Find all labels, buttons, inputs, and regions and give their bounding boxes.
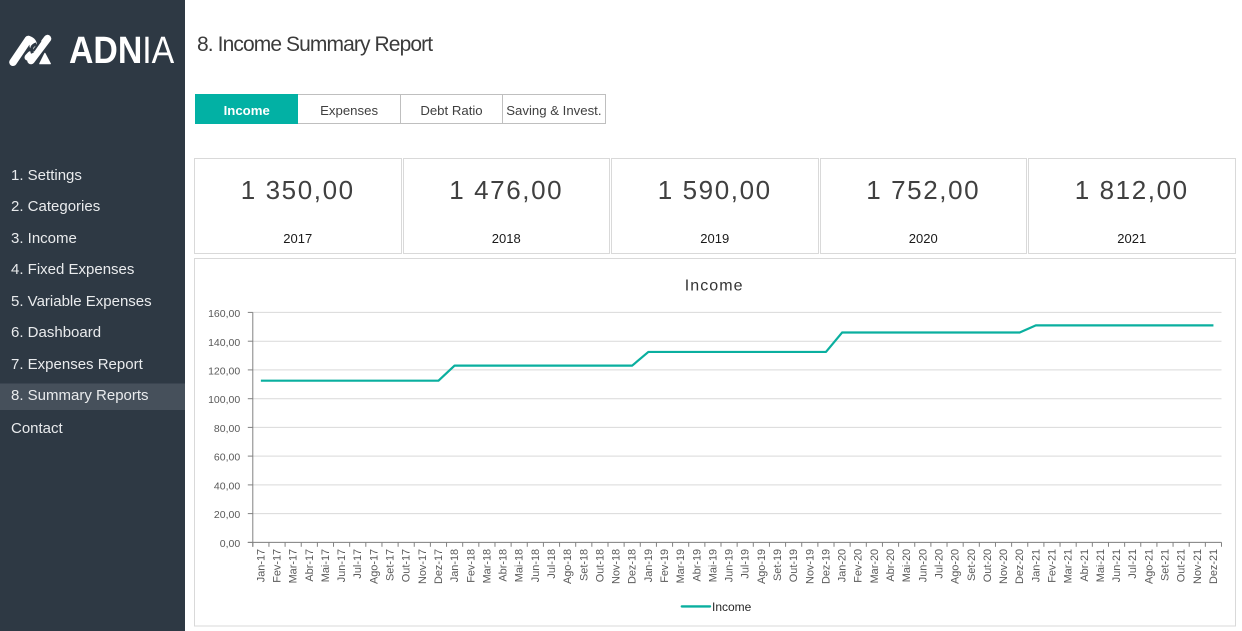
svg-text:Mai-17: Mai-17 [319,549,331,582]
svg-text:Jul-20: Jul-20 [933,549,945,579]
svg-text:Out-20: Out-20 [981,549,993,582]
svg-text:Jul-18: Jul-18 [545,549,557,579]
svg-text:60,00: 60,00 [213,452,239,464]
svg-text:Jun-18: Jun-18 [529,549,541,582]
svg-text:Fev-20: Fev-20 [852,549,864,583]
svg-text:0,00: 0,00 [219,538,240,550]
svg-text:Out-21: Out-21 [1175,549,1187,582]
svg-text:Abr-18: Abr-18 [497,549,509,582]
svg-text:Ago-18: Ago-18 [562,549,574,584]
svg-text:Set-17: Set-17 [384,549,396,581]
svg-text:80,00: 80,00 [213,423,239,435]
svg-text:Ago-20: Ago-20 [949,549,961,584]
svg-text:Set-19: Set-19 [772,549,784,581]
svg-text:Fev-17: Fev-17 [271,549,283,583]
svg-text:Ago-21: Ago-21 [1143,549,1155,584]
svg-text:Nov-18: Nov-18 [610,549,622,584]
svg-text:40,00: 40,00 [213,481,239,493]
svg-text:Abr-20: Abr-20 [885,549,897,582]
svg-text:20,00: 20,00 [213,509,239,521]
svg-text:Fev-18: Fev-18 [465,549,477,583]
svg-text:Ago-17: Ago-17 [368,549,380,584]
svg-text:Jul-21: Jul-21 [1127,549,1139,579]
svg-text:Dez-18: Dez-18 [626,549,638,584]
svg-text:Mar-19: Mar-19 [675,549,687,584]
svg-text:Jan-17: Jan-17 [255,549,267,582]
svg-text:Fev-19: Fev-19 [659,549,671,583]
svg-text:Jan-20: Jan-20 [836,549,848,582]
svg-text:Mar-17: Mar-17 [287,549,299,584]
svg-text:Nov-21: Nov-21 [1191,549,1203,584]
svg-text:Set-20: Set-20 [965,549,977,581]
svg-text:Out-19: Out-19 [788,549,800,582]
svg-text:Dez-19: Dez-19 [820,549,832,584]
svg-text:Nov-20: Nov-20 [998,549,1010,584]
svg-text:Dez-17: Dez-17 [432,549,444,584]
svg-text:Dez-21: Dez-21 [1207,549,1219,584]
svg-text:Abr-17: Abr-17 [303,549,315,582]
svg-text:Jul-17: Jul-17 [352,549,364,579]
svg-text:Ago-19: Ago-19 [755,549,767,584]
svg-text:Income: Income [684,278,743,295]
svg-text:Jan-19: Jan-19 [642,549,654,582]
svg-text:Jun-20: Jun-20 [917,549,929,582]
svg-text:Jun-17: Jun-17 [336,549,348,582]
svg-text:Nov-19: Nov-19 [804,549,816,584]
svg-text:Mar-21: Mar-21 [1062,549,1074,584]
svg-text:Mai-18: Mai-18 [513,549,525,582]
svg-text:140,00: 140,00 [208,337,240,349]
svg-text:Income: Income [712,600,752,614]
svg-text:Set-18: Set-18 [578,549,590,581]
svg-text:Abr-19: Abr-19 [691,549,703,582]
svg-text:Abr-21: Abr-21 [1078,549,1090,582]
svg-text:Set-21: Set-21 [1159,549,1171,581]
svg-text:Out-17: Out-17 [400,549,412,582]
svg-text:Jan-21: Jan-21 [1030,549,1042,582]
svg-text:Jun-19: Jun-19 [723,549,735,582]
svg-text:Out-18: Out-18 [594,549,606,582]
svg-text:Mai-19: Mai-19 [707,549,719,582]
svg-text:100,00: 100,00 [208,394,240,406]
svg-text:Fev-21: Fev-21 [1046,549,1058,583]
svg-text:120,00: 120,00 [208,366,240,378]
svg-text:Jul-19: Jul-19 [739,549,751,579]
svg-text:Jan-18: Jan-18 [449,549,461,582]
svg-text:Mar-18: Mar-18 [481,549,493,584]
svg-text:Jun-21: Jun-21 [1111,549,1123,582]
svg-text:Dez-20: Dez-20 [1014,549,1026,584]
svg-text:160,00: 160,00 [208,308,240,320]
svg-text:Nov-17: Nov-17 [416,549,428,584]
svg-text:Mai-21: Mai-21 [1094,549,1106,582]
svg-text:Mar-20: Mar-20 [868,549,880,584]
svg-text:Mai-20: Mai-20 [901,549,913,582]
